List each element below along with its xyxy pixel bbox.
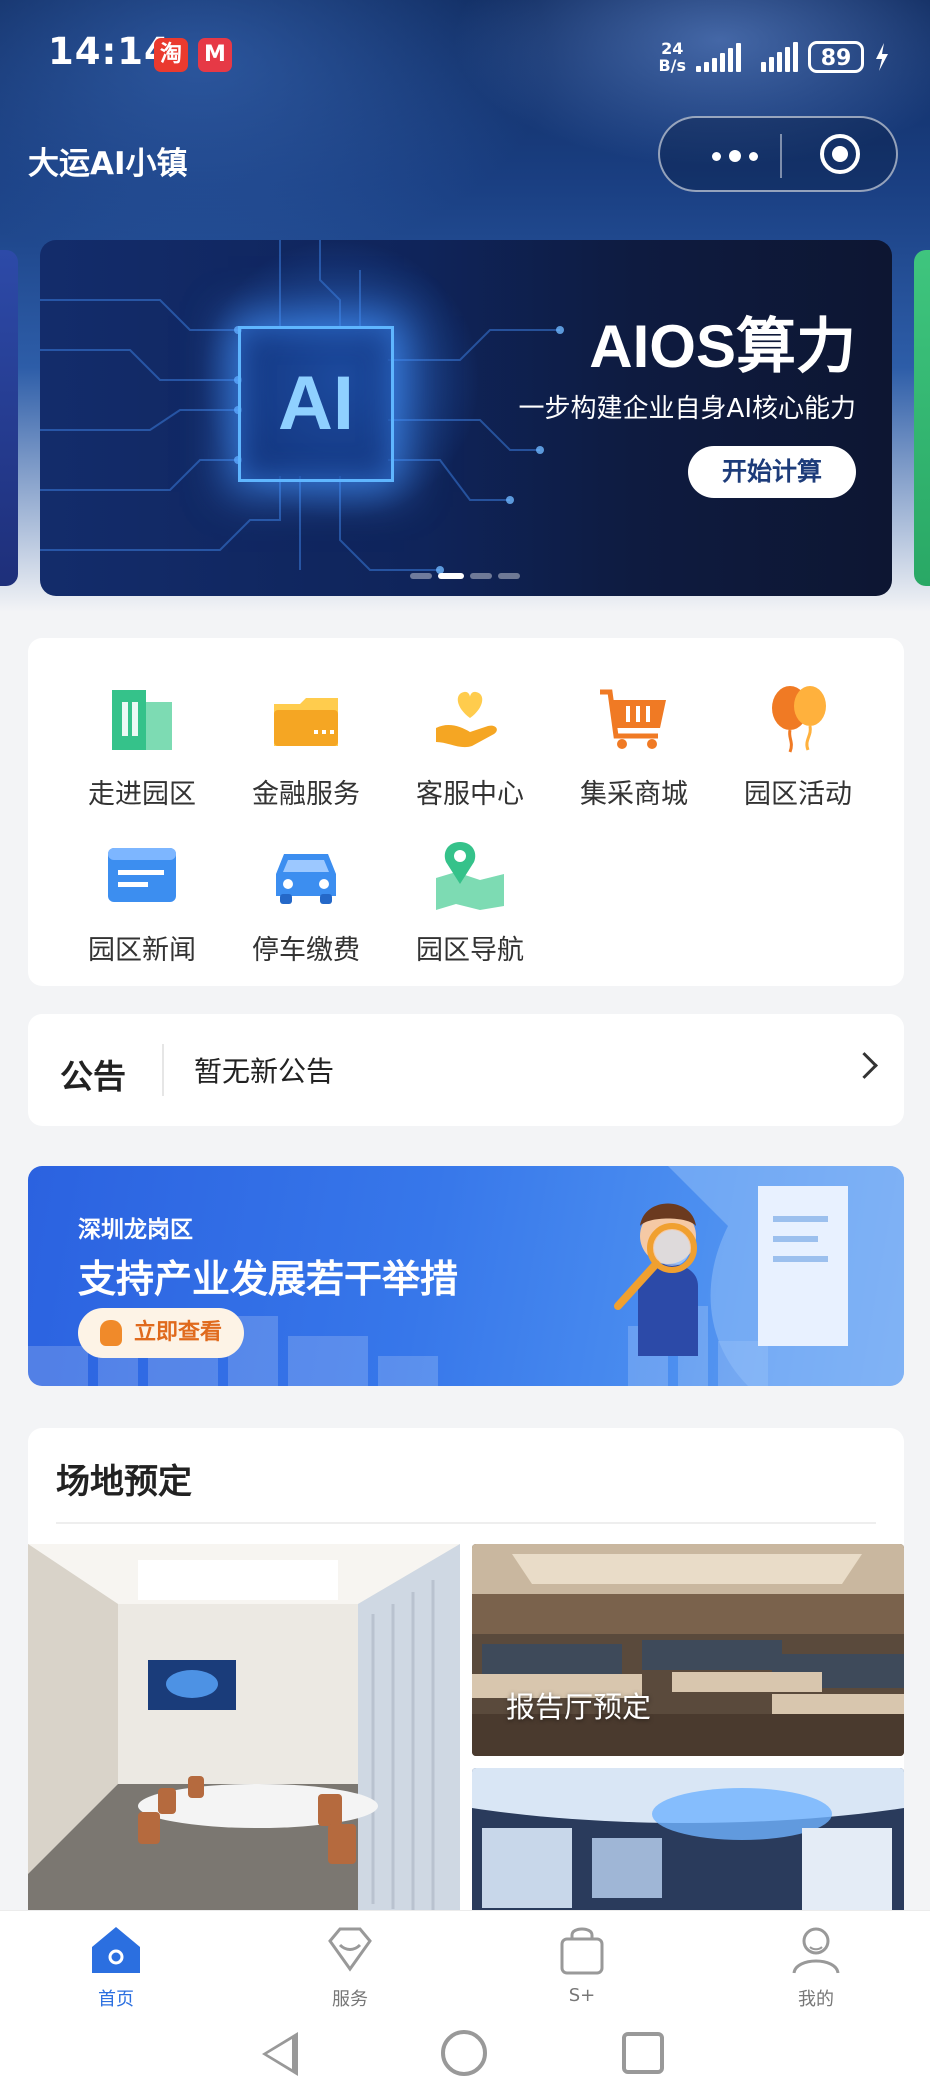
close-mini-program-button[interactable] [820, 134, 860, 174]
diamond-icon [328, 1927, 372, 1972]
tab-home[interactable]: 首页 [56, 1923, 176, 2011]
taobao-app-icon: 淘 [154, 38, 188, 72]
service-item-navigation[interactable]: 园区导航 [400, 834, 540, 967]
magnifier-man-illustration [614, 1166, 904, 1386]
building-icon [112, 690, 172, 750]
tab-label: 首页 [98, 1989, 134, 2010]
tab-label: 我的 [798, 1989, 834, 2010]
service-label: 园区新闻 [88, 935, 196, 966]
service-item-customer-service[interactable]: 客服中心 [400, 678, 540, 811]
carousel-indicator [410, 573, 520, 579]
lecture-hall-card[interactable]: 报告厅预定 [472, 1544, 904, 1756]
cart-icon [600, 689, 666, 749]
tab-services[interactable]: 服务 [290, 1923, 410, 2011]
service-item-news[interactable]: 园区新闻 [72, 834, 212, 967]
service-label: 园区导航 [416, 935, 524, 966]
car-icon [276, 854, 336, 904]
wallet-icon [274, 698, 338, 746]
service-label: 集采商城 [580, 779, 688, 810]
banner-subtitle: 一步构建企业自身AI核心能力 [518, 394, 856, 424]
service-item-park-intro[interactable]: 走进园区 [72, 678, 212, 811]
notice-bar[interactable]: 公告 暂无新公告 [28, 1014, 904, 1126]
service-label: 客服中心 [416, 779, 524, 810]
map-pin-icon [436, 842, 504, 910]
section-title: 场地预定 [56, 1462, 192, 1502]
ai-chip-graphic: AI [238, 326, 394, 482]
exhibition-hall-card[interactable] [472, 1768, 904, 1914]
notice-text: 暂无新公告 [194, 1055, 335, 1088]
net-speed-unit: B/s [658, 56, 686, 75]
back-triangle-icon[interactable] [262, 2032, 298, 2076]
service-label: 园区活动 [744, 779, 852, 810]
net-speed: 24 B/s [658, 40, 686, 74]
service-label: 走进园区 [88, 779, 196, 810]
service-item-activities[interactable]: 园区活动 [728, 678, 868, 811]
recent-apps-square-icon[interactable] [622, 2032, 664, 2074]
policy-promo-banner[interactable]: 深圳龙岗区 支持产业发展若干举措 立即查看 [28, 1166, 904, 1386]
signal-icon-1 [696, 42, 741, 72]
carousel-next-slide[interactable] [914, 250, 930, 586]
hero-banner[interactable]: AI AIOS算力 一步构建企业自身AI核心能力 开始计算 [40, 240, 892, 596]
home-circle-icon[interactable] [441, 2030, 487, 2076]
heart-hand-icon [436, 691, 497, 748]
view-now-label: 立即查看 [133, 1320, 222, 1345]
section-divider [56, 1522, 876, 1524]
meeting-room-card[interactable] [28, 1544, 460, 1914]
status-time: 14:14 [48, 30, 171, 73]
app-title: 大运AI小镇 [28, 146, 188, 182]
hand-pointer-icon [100, 1320, 122, 1346]
net-speed-value: 24 [661, 39, 684, 58]
bottom-tab-bar: 首页 服务 S+ 我的 [0, 1910, 930, 2011]
promo-region: 深圳龙岗区 [78, 1216, 193, 1243]
service-label: 金融服务 [252, 779, 360, 810]
capsule-divider [780, 134, 782, 178]
service-item-parking[interactable]: 停车缴费 [236, 834, 376, 967]
system-navigation-bar [0, 2010, 930, 2099]
tab-s-plus[interactable]: S+ [522, 1923, 642, 2006]
signal-icon-2 [761, 42, 798, 72]
banner-title: AIOS算力 [589, 313, 856, 380]
notice-divider [162, 1044, 164, 1096]
services-grid: 走进园区 金融服务 客服中心 集采商城 园区活动 园区新闻 停车缴费 园区导航 [28, 638, 904, 986]
tab-profile[interactable]: 我的 [756, 1923, 876, 2011]
start-compute-button[interactable]: 开始计算 [688, 446, 856, 498]
status-indicators: 24 B/s 89 [658, 34, 890, 80]
bag-icon [560, 1927, 604, 1975]
view-now-button[interactable]: 立即查看 [78, 1308, 244, 1358]
carousel-prev-slide[interactable] [0, 250, 18, 586]
mini-program-capsule [658, 116, 898, 192]
meeting-room-photo [28, 1544, 460, 1914]
user-icon [792, 1927, 840, 1974]
charging-icon [876, 43, 888, 71]
tab-label: S+ [568, 1985, 596, 2006]
venue-caption: 报告厅预定 [506, 1690, 652, 1724]
notice-label: 公告 [60, 1057, 126, 1096]
promo-title: 支持产业发展若干举措 [78, 1256, 459, 1301]
balloon-icon [772, 686, 826, 753]
chevron-right-icon [851, 1052, 878, 1079]
service-item-finance[interactable]: 金融服务 [236, 678, 376, 811]
more-options-button[interactable] [698, 142, 772, 170]
home-icon [92, 1927, 140, 1973]
service-item-mall[interactable]: 集采商城 [564, 678, 704, 811]
tab-label: 服务 [332, 1989, 368, 2010]
service-label: 停车缴费 [252, 935, 360, 966]
bank-app-icon: M [198, 38, 232, 72]
news-icon [108, 848, 176, 902]
exhibition-hall-photo [472, 1768, 904, 1914]
battery-indicator: 89 [808, 41, 864, 73]
